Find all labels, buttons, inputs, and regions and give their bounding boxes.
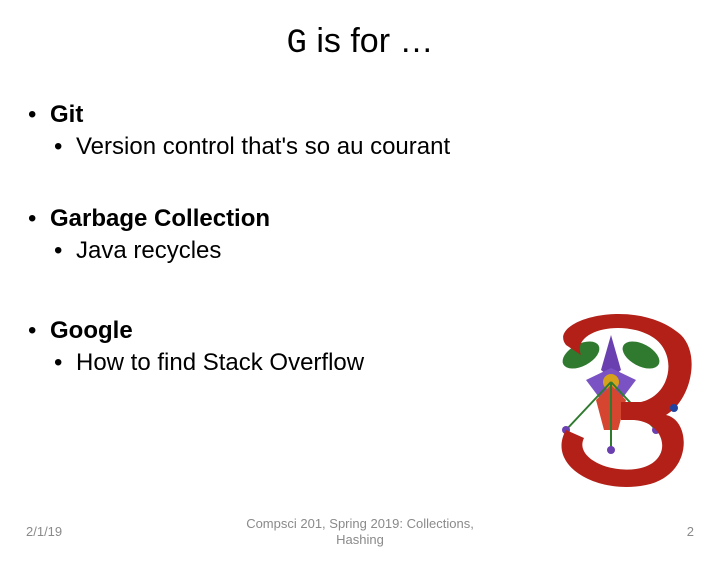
bullet-icon: • xyxy=(54,237,76,265)
item-sub: Version control that's so au courant xyxy=(76,133,450,161)
footer-course-line1: Compsci 201, Spring 2019: Collections, xyxy=(246,516,474,531)
list-item: • Git • Version control that's so au cou… xyxy=(28,101,720,161)
list-item: • Garbage Collection • Java recycles xyxy=(28,205,720,265)
footer-course-line2: Hashing xyxy=(336,532,384,547)
footer-course: Compsci 201, Spring 2019: Collections, H… xyxy=(86,516,634,549)
slide-title: G is for … xyxy=(0,22,720,63)
slide-footer: 2/1/19 Compsci 201, Spring 2019: Collect… xyxy=(0,516,720,549)
bullet-icon: • xyxy=(28,317,50,345)
bullet-icon: • xyxy=(28,101,50,129)
decorative-letter-g-icon xyxy=(526,300,696,490)
item-heading: Google xyxy=(50,317,133,345)
footer-date: 2/1/19 xyxy=(26,524,86,539)
bullet-icon: • xyxy=(54,133,76,161)
title-code: G xyxy=(287,25,307,63)
item-sub: Java recycles xyxy=(76,237,221,265)
bullet-icon: • xyxy=(28,205,50,233)
bullet-icon: • xyxy=(54,349,76,377)
item-heading: Garbage Collection xyxy=(50,205,270,233)
item-heading: Git xyxy=(50,101,83,129)
item-sub: How to find Stack Overflow xyxy=(76,349,364,377)
footer-page-number: 2 xyxy=(634,524,694,539)
title-rest: is for … xyxy=(307,22,434,60)
